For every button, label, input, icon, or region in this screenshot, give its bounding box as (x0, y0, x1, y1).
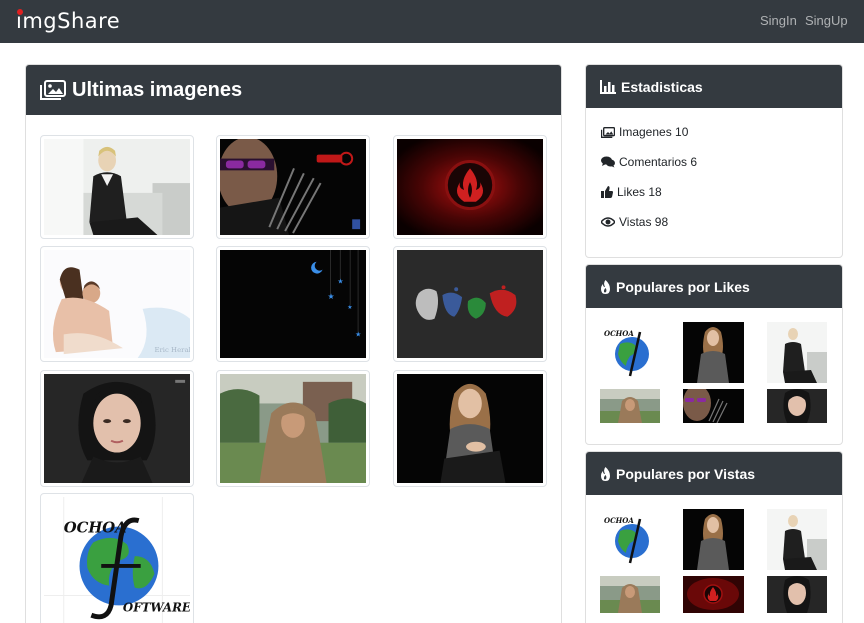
couple-embrace-photo: Eric Herald (44, 250, 190, 358)
stat-likes: Likes 18 (601, 184, 662, 200)
popular-views-thumb-4[interactable] (600, 576, 660, 613)
image-thumb-7[interactable] (40, 370, 194, 487)
svg-text:★: ★ (347, 304, 352, 311)
stats-header: Estadisticas (586, 65, 842, 108)
image-thumb-6[interactable] (393, 246, 547, 362)
fire-icon (601, 466, 610, 481)
brand-logo[interactable]: imgShare (16, 6, 120, 36)
comments-icon (601, 156, 615, 168)
woman-hijab-photo (600, 576, 660, 613)
stat-likes-label: Likes 18 (617, 185, 662, 199)
software-text: OFTWARE (123, 600, 190, 614)
fire-emblem-photo (687, 578, 739, 610)
latest-images-title: Ultimas imagenes (72, 78, 243, 101)
stat-comments: Comentarios 6 (601, 154, 697, 170)
stat-images-label: Imagenes 10 (619, 125, 689, 139)
svg-text:Eric Herald: Eric Herald (154, 346, 190, 354)
stats-card: Estadisticas Imagenes 10 Comentarios 6 L… (585, 64, 843, 258)
popular-views-thumb-5[interactable] (683, 576, 744, 613)
popular-likes-header: Populares por Likes (586, 265, 842, 308)
stat-views: Vistas 98 (601, 214, 668, 230)
popular-likes-thumb-4[interactable] (600, 389, 660, 423)
portrait-dark-hair-photo (783, 389, 811, 423)
image-thumb-9[interactable] (393, 370, 547, 487)
woman-seated-photo (697, 327, 729, 383)
popular-views-header: Populares por Vistas (586, 452, 842, 495)
brand-dot-icon (17, 9, 23, 15)
image-thumb-4[interactable]: Eric Herald (40, 246, 194, 362)
woman-sitting-photo (783, 328, 827, 383)
woman-sitting-photo (783, 515, 827, 570)
brand-text: imgShare (16, 9, 121, 33)
image-thumb-1[interactable] (40, 135, 194, 239)
popular-likes-thumb-5[interactable] (683, 389, 744, 423)
popular-views-thumb-1[interactable]: OCHOA (600, 509, 660, 569)
popular-views-thumb-2[interactable] (683, 509, 744, 570)
eye-icon (601, 217, 615, 227)
signin-link[interactable]: SingIn (760, 12, 797, 30)
popular-likes-title: Populares por Likes (616, 278, 750, 295)
images-icon (40, 80, 66, 100)
thumbs-up-icon (601, 186, 613, 198)
stat-images: Imagenes 10 (601, 124, 688, 140)
woman-sitting-photo (44, 139, 190, 235)
svg-text:★: ★ (328, 292, 335, 301)
ink-splash-photo (397, 250, 543, 358)
image-thumb-8[interactable] (216, 370, 370, 487)
stats-title: Estadisticas (621, 78, 703, 95)
signup-link[interactable]: SingUp (805, 12, 848, 30)
popular-likes-thumb-3[interactable] (767, 322, 827, 383)
woman-hijab-photo (220, 374, 366, 483)
popular-views-thumb-3[interactable] (767, 509, 827, 570)
image-thumb-2[interactable] (216, 135, 370, 239)
image-thumb-5[interactable]: ★ ★ ★ ★ (216, 246, 370, 362)
navbar: imgShare SingIn SingUp (0, 0, 864, 43)
stat-views-label: Vistas 98 (619, 215, 669, 229)
ochoa-text: OCHOA (64, 519, 127, 536)
portrait-dark-hair-photo (44, 374, 190, 483)
fire-icon (601, 279, 610, 294)
woman-hijab-photo (600, 389, 660, 423)
images-icon (601, 126, 615, 138)
popular-likes-thumb-1[interactable]: OCHOA (600, 322, 660, 382)
popular-views-title: Populares por Vistas (616, 465, 756, 482)
woman-seated-photo (697, 514, 729, 570)
portrait-dark-hair-photo (783, 576, 811, 613)
archer-photo (683, 389, 728, 423)
ochoa-software-logo: OCHOA (600, 509, 660, 569)
ochoa-mini-text: OCHOA (604, 329, 634, 338)
svg-text:★: ★ (337, 278, 343, 285)
bar-chart-icon (600, 79, 616, 94)
fire-emblem-photo (397, 139, 543, 235)
archer-photo (220, 139, 366, 235)
image-thumb-3[interactable] (393, 135, 547, 239)
ochoa-software-logo: OCHOA (600, 322, 660, 382)
popular-likes-thumb-6[interactable] (767, 389, 827, 423)
woman-seated-photo (397, 374, 543, 483)
ochoa-software-logo: OCHOA OFTWARE (44, 497, 190, 623)
ochoa-mini-text: OCHOA (604, 516, 634, 525)
popular-likes-thumb-2[interactable] (683, 322, 744, 383)
popular-views-thumb-6[interactable] (767, 576, 827, 613)
image-thumb-10[interactable]: OCHOA OFTWARE (40, 493, 194, 623)
night-stars-photo: ★ ★ ★ ★ (220, 250, 366, 358)
latest-images-header: Ultimas imagenes (26, 65, 561, 115)
stat-comments-label: Comentarios 6 (619, 155, 698, 169)
svg-text:★: ★ (355, 331, 361, 338)
